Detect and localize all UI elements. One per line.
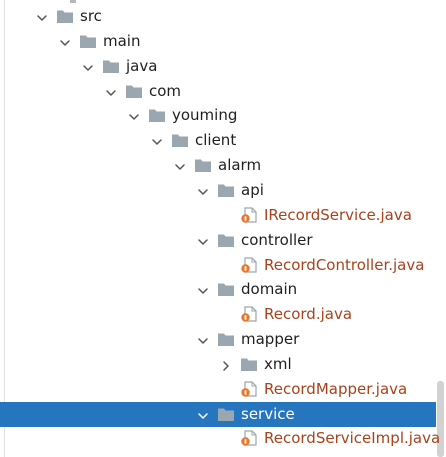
folder-icon (102, 58, 120, 74)
java-class-file-icon (240, 430, 258, 447)
tree-item-label: com (149, 81, 182, 100)
chevron-right-icon[interactable] (220, 358, 232, 371)
folder-icon (56, 8, 74, 24)
tree-folder-main[interactable]: main (0, 29, 436, 54)
chevron-down-icon[interactable] (82, 60, 94, 72)
folder-icon (79, 33, 97, 49)
chevron-down-icon[interactable] (197, 184, 209, 196)
folder-icon (217, 281, 235, 297)
folder-icon (194, 157, 212, 173)
tree-item-label: Record.java (264, 305, 353, 324)
chevron-down-icon[interactable] (197, 234, 209, 246)
project-tree: src main java com youming client alarm api IReco… (0, 0, 446, 457)
tree-item-label: RecordServiceImpl.java (264, 429, 441, 448)
tree-file-recordserviceimpl-java[interactable]: RecordServiceImpl.java (0, 426, 440, 451)
java-class-file-icon (240, 256, 258, 273)
tree-folder-service[interactable]: service (0, 401, 436, 427)
tree-folder-mapper[interactable]: mapper (0, 327, 436, 352)
chevron-down-icon[interactable] (197, 333, 209, 345)
chevron-down-icon[interactable] (151, 134, 163, 146)
folder-icon (217, 232, 235, 248)
folder-icon (217, 406, 235, 422)
tree-folder-com[interactable]: com (0, 79, 436, 104)
tree-item-label: IRecordService.java (264, 205, 412, 224)
tree-file-recordmapper-java[interactable]: RecordMapper.java (0, 377, 436, 402)
folder-icon (125, 83, 143, 99)
scrolled-row-remnant (70, 0, 76, 3)
folder-icon (148, 107, 166, 123)
chevron-down-icon[interactable] (36, 10, 48, 22)
tree-item-label: api (241, 180, 264, 199)
tree-folder-api[interactable]: api (0, 178, 436, 203)
tree-item-label: xml (264, 354, 292, 373)
tree-item-label: service (241, 404, 295, 423)
tree-item-label: RecordController.java (264, 255, 425, 274)
tree-item-label: src (80, 7, 102, 25)
tree-item-label: RecordMapper.java (264, 379, 408, 398)
tree-item-label: client (195, 131, 237, 150)
java-class-file-icon (240, 207, 258, 223)
tree-item-label: controller (241, 230, 313, 249)
folder-icon (240, 356, 258, 372)
chevron-down-icon[interactable] (105, 85, 117, 97)
tree-item-label: youming (172, 106, 238, 125)
folder-icon (217, 331, 235, 347)
tree-folder-domain[interactable]: domain (0, 277, 436, 302)
chevron-down-icon[interactable] (197, 408, 209, 420)
tree-file-record-java[interactable]: Record.java (0, 302, 436, 327)
chevron-down-icon[interactable] (174, 159, 186, 171)
tree-item-label: main (103, 31, 141, 50)
tree-folder-src[interactable]: src (0, 4, 436, 29)
tree-folder-alarm[interactable]: alarm (0, 153, 436, 178)
tree-folder-youming[interactable]: youming (0, 103, 436, 128)
chevron-down-icon[interactable] (59, 35, 71, 47)
folder-icon (217, 182, 235, 198)
tree-item-label: alarm (218, 156, 262, 175)
java-class-file-icon (240, 306, 258, 322)
chevron-down-icon[interactable] (128, 109, 140, 121)
java-class-file-icon (240, 381, 258, 397)
chevron-down-icon[interactable] (197, 283, 209, 295)
tree-item-label: java (126, 56, 158, 75)
tree-folder-xml[interactable]: xml (0, 352, 436, 377)
tree-item-label: mapper (241, 330, 300, 349)
tree-folder-java[interactable]: java (0, 54, 436, 79)
tree-file-recordcontroller-java[interactable]: RecordController.java (0, 253, 436, 278)
folder-icon (171, 132, 189, 148)
tree-file-irecordservice-java[interactable]: IRecordService.java (0, 203, 436, 228)
tree-folder-client[interactable]: client (0, 128, 436, 153)
tree-folder-controller[interactable]: controller (0, 228, 436, 253)
tree-item-label: domain (241, 280, 298, 299)
